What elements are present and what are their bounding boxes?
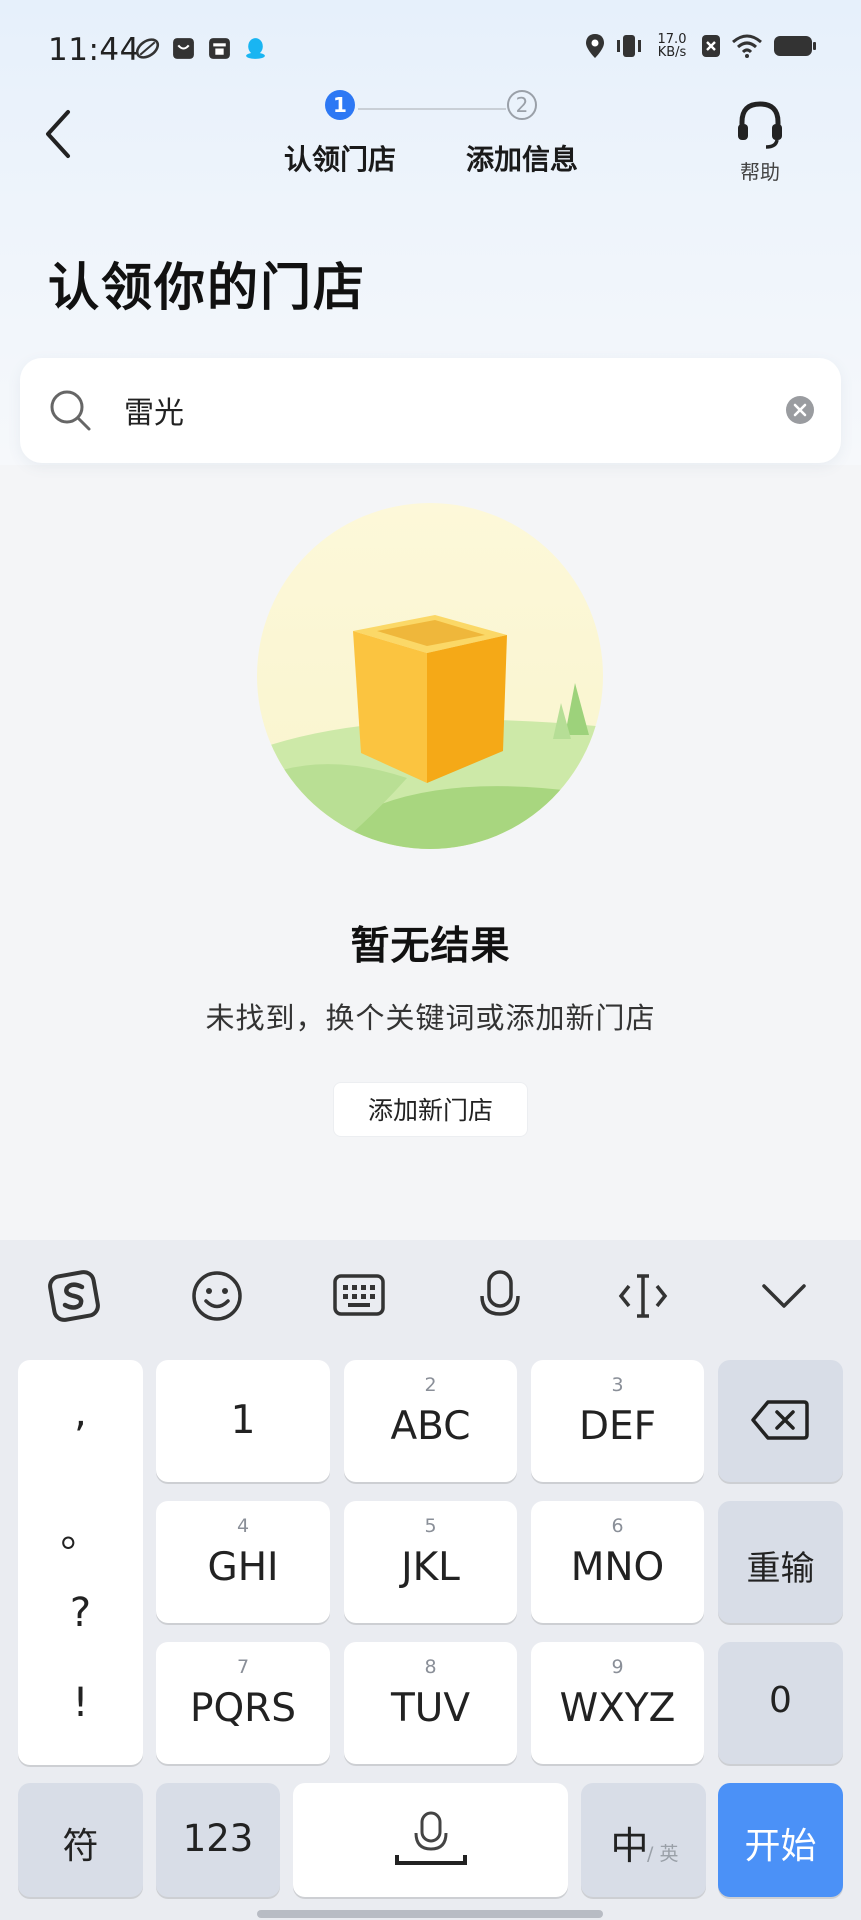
status-time: 11:44 — [48, 32, 140, 68]
step-number: 2 — [507, 90, 537, 120]
keyboard-icon[interactable] — [331, 1268, 387, 1324]
key-label: 0 — [769, 1680, 792, 1721]
keyboard-toolbar — [0, 1240, 861, 1350]
key-label: 123 — [182, 1817, 254, 1860]
help-label: 帮助 — [740, 160, 780, 184]
app-bag-icon — [173, 38, 194, 59]
step-add-info: 2 添加信息 — [452, 90, 592, 178]
key-number: 3 — [611, 1374, 624, 1396]
key-label: 1 — [230, 1398, 256, 1443]
wifi-icon — [732, 34, 762, 58]
key-label: 重输 — [746, 1549, 815, 1589]
app-leaf-icon — [135, 38, 160, 59]
network-speed-unit: KB/s — [657, 45, 687, 60]
key-number: 6 — [611, 1515, 624, 1537]
punctuation-key[interactable]: ? — [18, 1590, 143, 1636]
key-label: DEF — [578, 1404, 657, 1449]
key-number: 7 — [236, 1656, 250, 1678]
key-7-pqrs[interactable]: 7 PQRS — [156, 1642, 330, 1764]
status-bar: 11:44 17.0 KB/s — [0, 0, 861, 100]
chevron-left-icon — [46, 110, 70, 158]
cursor-icon[interactable] — [615, 1268, 671, 1324]
key-label: GHI — [207, 1545, 279, 1590]
key-4-ghi[interactable]: 4 GHI — [156, 1501, 330, 1623]
key-number: 8 — [424, 1656, 437, 1678]
key-9-wxyz[interactable]: 9 WXYZ — [531, 1642, 704, 1764]
step-claim-store: 1 认领门店 — [270, 90, 410, 178]
emoji-icon[interactable] — [189, 1268, 245, 1324]
empty-state-description: 未找到，换个关键词或添加新门店 — [205, 1001, 656, 1035]
step-number: 1 — [325, 90, 355, 120]
key-label: PQRS — [189, 1686, 297, 1731]
key-3-def[interactable]: 3 DEF — [531, 1360, 704, 1482]
numbers-key[interactable]: 123 — [156, 1783, 280, 1897]
key-label: MNO — [570, 1545, 665, 1590]
key-2-abc[interactable]: 2 ABC — [344, 1360, 517, 1482]
key-label: TUV — [390, 1686, 471, 1731]
search-icon — [50, 390, 91, 431]
key-0[interactable]: 0 — [718, 1642, 843, 1764]
backspace-key[interactable] — [718, 1360, 843, 1482]
step-label: 认领门店 — [283, 143, 396, 176]
location-icon — [586, 34, 604, 58]
notification-icons — [135, 36, 268, 61]
sogou-logo-icon[interactable] — [46, 1268, 102, 1324]
headset-icon — [738, 101, 782, 149]
close-icon — [793, 403, 807, 417]
reenter-key[interactable]: 重输 — [718, 1501, 843, 1623]
qq-icon — [246, 38, 265, 59]
vibrate-icon — [617, 35, 641, 57]
search-input[interactable] — [124, 388, 764, 432]
battery-icon — [774, 36, 816, 56]
home-indicator[interactable] — [257, 1910, 603, 1918]
key-number: 2 — [424, 1374, 437, 1396]
punctuation-column: , 。 ? ! — [18, 1360, 143, 1765]
key-number: 4 — [236, 1515, 250, 1537]
key-1[interactable]: 1 — [156, 1360, 330, 1482]
key-label: JKL — [401, 1545, 460, 1590]
page-title: 认领你的门店 — [48, 259, 367, 318]
empty-box-illustration — [257, 503, 603, 849]
clear-search-button[interactable] — [786, 396, 814, 424]
step-label: 添加信息 — [465, 143, 578, 176]
key-number: 5 — [424, 1515, 437, 1537]
key-5-jkl[interactable]: 5 JKL — [344, 1501, 517, 1623]
key-sublabel: / 英 — [647, 1843, 679, 1865]
punctuation-key[interactable]: , — [18, 1390, 143, 1436]
key-6-mno[interactable]: 6 MNO — [531, 1501, 704, 1623]
backspace-icon — [751, 1400, 809, 1440]
back-button[interactable] — [36, 104, 86, 164]
network-speed: 17.0 KB/s — [653, 33, 691, 59]
language-switch-key[interactable]: 中 / 英 — [581, 1783, 706, 1897]
punctuation-key[interactable]: 。 — [18, 1500, 143, 1558]
symbol-key[interactable]: 符 — [18, 1783, 143, 1897]
sim-disabled-icon — [702, 35, 720, 57]
key-8-tuv[interactable]: 8 TUV — [344, 1642, 517, 1764]
key-label: ABC — [390, 1404, 471, 1449]
key-label: 符 — [62, 1826, 99, 1867]
space-voice-icon — [395, 1811, 467, 1865]
key-label: 开始 — [744, 1826, 817, 1867]
collapse-keyboard-icon[interactable] — [756, 1268, 812, 1324]
key-label: WXYZ — [559, 1686, 676, 1731]
system-icons: 17.0 KB/s — [585, 33, 817, 59]
search-bar — [20, 358, 841, 463]
app-store-icon — [209, 38, 230, 59]
key-number: 9 — [611, 1656, 624, 1678]
space-key[interactable] — [293, 1783, 568, 1897]
empty-state-title: 暂无结果 — [350, 924, 511, 969]
help-button[interactable]: 帮助 — [728, 98, 792, 185]
microphone-icon[interactable] — [472, 1268, 528, 1324]
punctuation-key[interactable]: ! — [18, 1680, 143, 1726]
add-new-store-button[interactable]: 添加新门店 — [333, 1082, 528, 1137]
start-key[interactable]: 开始 — [718, 1783, 843, 1897]
